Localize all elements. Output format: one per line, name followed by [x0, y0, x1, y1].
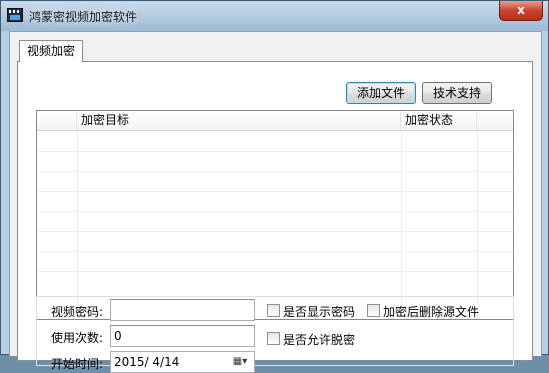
- client-area: 视频加密 添加文件 技术支持 加密目标 加密状态 视频密码: 是否显示密码 加密…: [9, 31, 542, 373]
- column-header-status[interactable]: 加密状态: [401, 111, 477, 130]
- delete-source-label[interactable]: 加密后删除源文件: [383, 303, 479, 320]
- clapperboard-icon: [7, 8, 23, 22]
- grid-line: [401, 131, 402, 319]
- add-file-button[interactable]: 添加文件: [346, 82, 416, 104]
- close-button[interactable]: x: [499, 1, 543, 21]
- grid-line: [37, 271, 513, 272]
- start-time-picker[interactable]: 2015/ 4/14 ▦▾: [110, 351, 255, 373]
- grid-line: [37, 151, 513, 152]
- show-password-checkbox[interactable]: [267, 304, 280, 317]
- grid-line: [77, 131, 78, 319]
- allow-offline-checkbox[interactable]: [267, 332, 280, 345]
- settings-group: 视频密码: 是否显示密码 加密后删除源文件 使用次数: 是否允许脱密 开始时间:…: [36, 296, 514, 373]
- show-password-label[interactable]: 是否显示密码: [283, 303, 355, 320]
- grid-line: [477, 131, 478, 319]
- encrypt-target-list[interactable]: 加密目标 加密状态: [36, 110, 514, 320]
- list-header: 加密目标 加密状态: [37, 111, 513, 131]
- tab-video-encrypt[interactable]: 视频加密: [19, 40, 83, 62]
- grid-line: [37, 231, 513, 232]
- tech-support-button[interactable]: 技术支持: [422, 82, 492, 104]
- column-header-target[interactable]: 加密目标: [77, 111, 401, 130]
- allow-offline-label[interactable]: 是否允许脱密: [283, 331, 355, 348]
- usage-count-input[interactable]: [110, 325, 255, 347]
- main-window: 鸿蒙密视频加密软件 x 视频加密 添加文件 技术支持 加密目标 加密状态 视频密…: [0, 0, 549, 373]
- calendar-dropdown-icon[interactable]: ▦▾: [227, 353, 253, 371]
- title-bar[interactable]: 鸿蒙密视频加密软件 x: [1, 1, 548, 31]
- window-title: 鸿蒙密视频加密软件: [29, 10, 138, 24]
- list-header-spacer: [37, 111, 77, 130]
- start-time-label: 开始时间:: [51, 357, 104, 371]
- grid-line: [37, 171, 513, 172]
- delete-source-checkbox[interactable]: [367, 304, 380, 317]
- video-password-label: 视频密码:: [51, 305, 104, 319]
- grid-line: [37, 191, 513, 192]
- grid-line: [37, 251, 513, 252]
- video-password-input[interactable]: [110, 299, 255, 321]
- usage-count-label: 使用次数:: [51, 331, 104, 345]
- tab-panel: 添加文件 技术支持 加密目标 加密状态 视频密码: 是否显示密码 加密后删除源文…: [17, 61, 533, 373]
- start-time-value: 2015/ 4/14: [114, 355, 180, 369]
- grid-line: [37, 211, 513, 212]
